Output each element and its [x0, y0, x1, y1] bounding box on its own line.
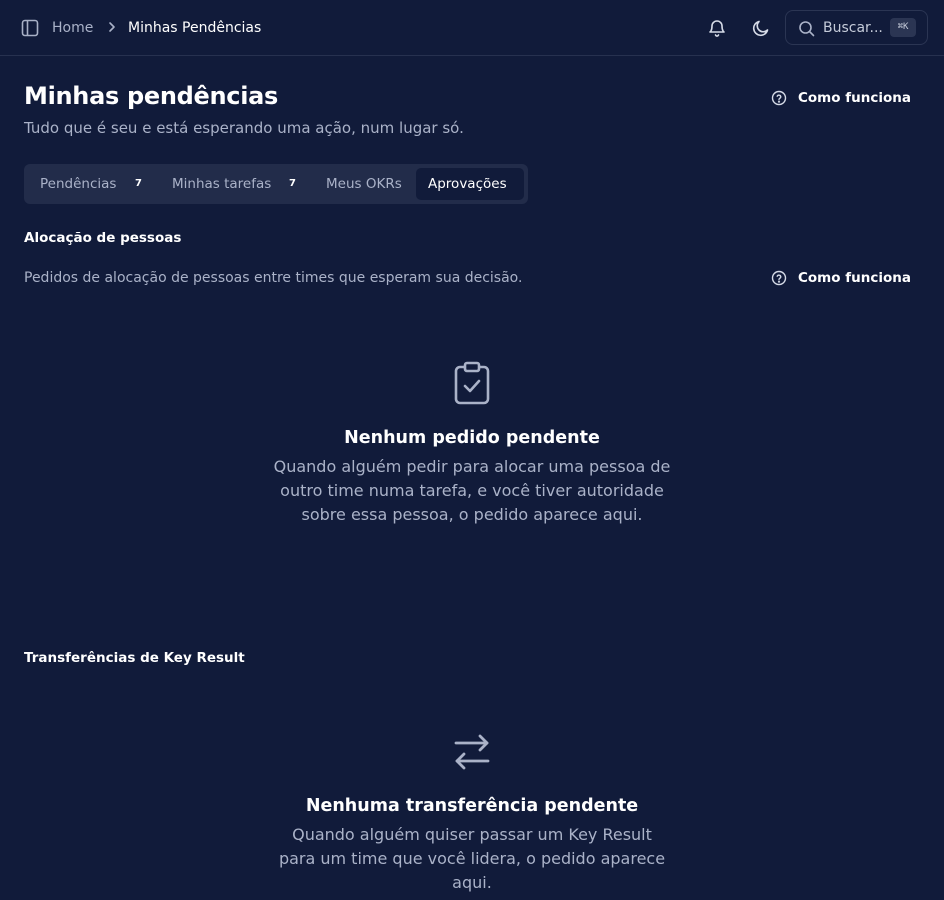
breadcrumb-home[interactable]: Home — [52, 19, 93, 37]
tab-bar: Pendências 7 Minhas tarefas 7 Meus OKRs … — [24, 164, 528, 204]
tab-count-badge: 7 — [289, 178, 296, 189]
empty-state-description-transfers: Quando alguém quiser passar um Key Resul… — [278, 825, 666, 892]
tab-minhas-tarefas[interactable]: Minhas tarefas 7 — [160, 168, 306, 200]
moon-icon[interactable] — [751, 18, 771, 38]
tab-count-badge: 7 — [135, 178, 142, 189]
section-description-allocation: Pedidos de alocação de pessoas entre tim… — [24, 270, 523, 286]
page-title: Minhas pendências — [24, 82, 279, 110]
section-title-allocation: Alocação de pessoas — [24, 230, 182, 246]
help-circle-icon — [771, 270, 787, 286]
top-bar: Home Minhas Pendências Buscar... ⌘K — [0, 0, 944, 56]
tab-pendencias[interactable]: Pendências 7 — [28, 168, 156, 200]
tab-aprovacoes[interactable]: Aprovações — [416, 168, 524, 200]
chevron-right-icon — [109, 22, 115, 32]
empty-state-title-transfers: Nenhuma transferência pendente — [305, 796, 639, 816]
bell-icon[interactable] — [707, 18, 727, 38]
tab-meus-okrs[interactable]: Meus OKRs — [314, 168, 412, 200]
search-label: Buscar... — [823, 20, 883, 36]
arrows-left-right-icon — [454, 734, 490, 770]
tab-label: Aprovações — [428, 176, 507, 192]
tab-label: Meus OKRs — [326, 176, 402, 192]
empty-state-title-allocation: Nenhum pedido pendente — [344, 428, 600, 448]
tab-label: Minhas tarefas — [172, 176, 272, 192]
help-circle-icon — [771, 90, 787, 106]
search-shortcut-badge: ⌘K — [890, 18, 916, 37]
how-it-works-label: Como funciona — [798, 90, 911, 106]
page-subtitle: Tudo que é seu e está esperando uma ação… — [24, 119, 464, 137]
clipboard-check-icon — [454, 361, 490, 405]
search-button[interactable]: Buscar... ⌘K — [785, 10, 928, 45]
breadcrumb-current: Minhas Pendências — [128, 20, 262, 36]
section-title-transfers: Transferências de Key Result — [24, 650, 245, 666]
search-icon — [799, 21, 815, 37]
sidebar-toggle-icon[interactable] — [21, 19, 39, 37]
tab-label: Pendências — [40, 176, 117, 192]
empty-state-description-allocation: Quando alguém pedir para alocar uma pess… — [273, 457, 671, 524]
how-it-works-label: Como funciona — [798, 270, 911, 286]
